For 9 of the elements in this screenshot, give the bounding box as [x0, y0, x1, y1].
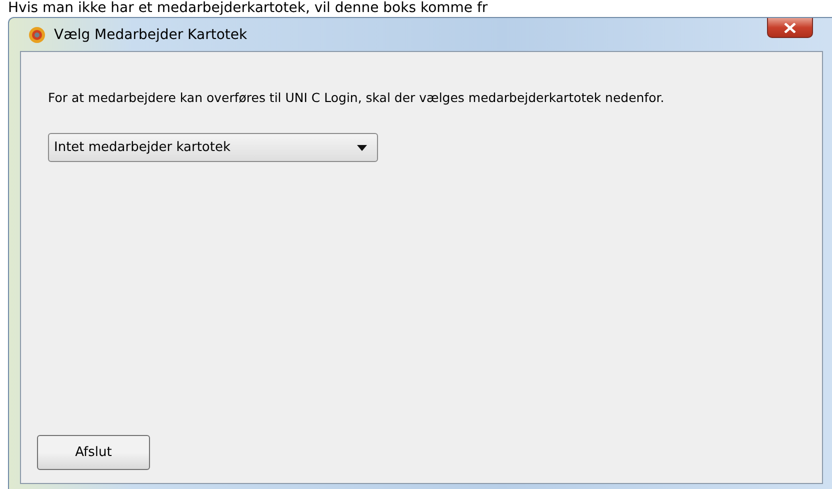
window-title: Vælg Medarbejder Kartotek [54, 26, 248, 42]
app-icon [28, 26, 46, 44]
close-button[interactable] [767, 18, 813, 38]
caption-text: Hvis man ikke har et medarbejderkartotek, vil denne boks komme fr [7, 0, 489, 17]
caret-icon [357, 144, 367, 150]
instruction-text: For at medarbejdere kan overføres til UNI C Login, skal der vælges medarbejderkartotek nedenfor. [48, 90, 666, 105]
close-icon [784, 22, 796, 32]
staff-dropdown[interactable]: Intet medarbejder kartotek [48, 133, 378, 162]
exit-button[interactable]: Afslut [37, 435, 150, 470]
